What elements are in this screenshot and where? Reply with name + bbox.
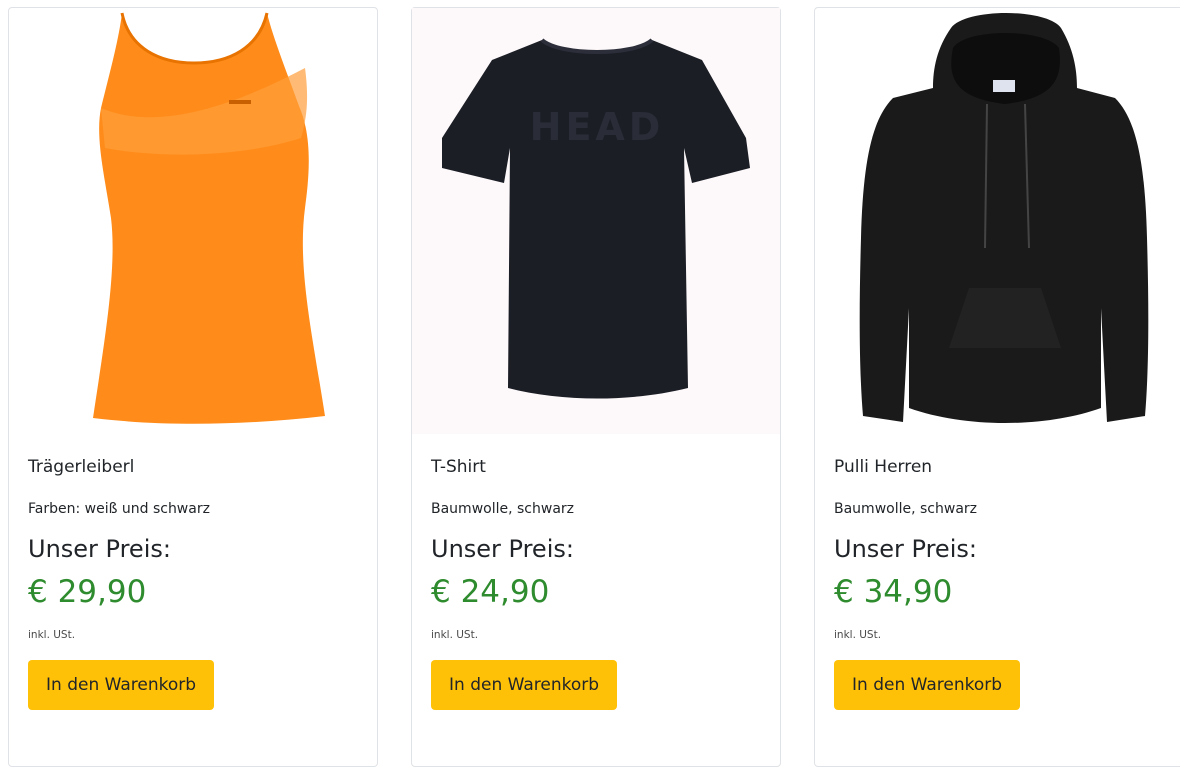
product-description: Baumwolle, schwarz [834, 501, 978, 517]
product-description: Baumwolle, schwarz [431, 501, 575, 517]
price-label: Unser Preis: [28, 535, 171, 563]
product-card: Pulli Herren Baumwolle, schwarz Unser Pr… [814, 7, 1180, 767]
tank-top-icon [93, 12, 325, 424]
add-to-cart-button[interactable]: In den Warenkorb [834, 660, 1021, 710]
head-print-text: HEAD [530, 105, 665, 149]
add-to-cart-button[interactable]: In den Warenkorb [28, 660, 215, 710]
product-price: € 29,90 [28, 574, 147, 610]
product-card-body: T-Shirt Baumwolle, schwarz Unser Preis: … [431, 453, 765, 710]
product-card: HEAD T-Shirt Baumwolle, schwarz Unser Pr… [411, 7, 781, 767]
tax-note: inkl. USt. [431, 629, 479, 641]
product-card-body: Trägerleiberl Farben: weiß und schwarz U… [28, 453, 362, 710]
price-label: Unser Preis: [834, 535, 977, 563]
product-title[interactable]: T-Shirt [431, 453, 765, 481]
tax-note: inkl. USt. [834, 629, 882, 641]
product-title[interactable]: Pulli Herren [834, 453, 1170, 481]
price-label: Unser Preis: [431, 535, 574, 563]
t-shirt-icon: HEAD [442, 38, 750, 399]
product-image[interactable] [9, 8, 377, 434]
tax-note: inkl. USt. [28, 629, 76, 641]
hoodie-icon [859, 13, 1149, 423]
product-price: € 24,90 [431, 574, 550, 610]
product-price: € 34,90 [834, 574, 953, 610]
product-image[interactable] [815, 8, 1180, 434]
product-title[interactable]: Trägerleiberl [28, 453, 362, 481]
product-card: Trägerleiberl Farben: weiß und schwarz U… [8, 7, 378, 767]
product-card-body: Pulli Herren Baumwolle, schwarz Unser Pr… [834, 453, 1170, 710]
add-to-cart-button[interactable]: In den Warenkorb [431, 660, 618, 710]
product-image[interactable]: HEAD [412, 8, 780, 434]
product-description: Farben: weiß und schwarz [28, 501, 210, 517]
